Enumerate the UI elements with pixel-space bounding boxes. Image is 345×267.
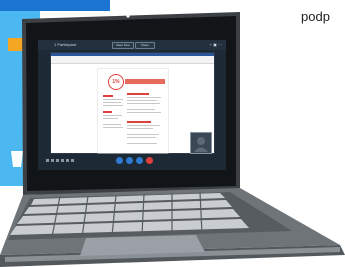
text-line [127, 97, 161, 99]
text-line [127, 112, 161, 114]
share-button[interactable]: Share [135, 42, 155, 49]
section-heading [103, 95, 113, 97]
camera-dot [126, 14, 130, 18]
self-video-preview[interactable] [190, 132, 212, 154]
window-ribbon [51, 56, 214, 64]
text-line [127, 109, 155, 111]
text-line [103, 102, 121, 104]
microphone-icon[interactable] [126, 157, 133, 164]
text-line [103, 118, 118, 120]
text-line [127, 103, 160, 105]
toolbar-icons[interactable] [46, 158, 86, 163]
text-line [127, 143, 157, 145]
share-icon[interactable] [136, 157, 143, 164]
text-line [103, 124, 121, 126]
score-badge: 1% [108, 74, 124, 90]
end-call-icon[interactable] [146, 157, 153, 164]
section-heading [127, 93, 149, 95]
text-line [127, 128, 153, 130]
section-heading [127, 121, 151, 123]
text-line [103, 127, 123, 129]
call-controls [106, 157, 166, 167]
text-line [127, 137, 156, 139]
text-line [127, 134, 159, 136]
red-header-bar [125, 79, 165, 84]
meet-now-button[interactable]: Meet Now [112, 42, 134, 49]
text-line [103, 99, 123, 101]
section-heading [103, 111, 112, 113]
text-line [103, 115, 122, 117]
document-page: 1% [98, 69, 168, 153]
text-line [127, 100, 157, 102]
person-icon [194, 137, 208, 152]
call-title: 1 Participant [54, 42, 77, 47]
call-screen: 1 Participant Meet Now Share + ▣ ⋯ 1% [38, 40, 226, 170]
text-line [127, 125, 160, 127]
video-icon[interactable] [116, 157, 123, 164]
text-line [103, 105, 123, 107]
header-icons[interactable]: + ▣ ⋯ [210, 42, 222, 47]
